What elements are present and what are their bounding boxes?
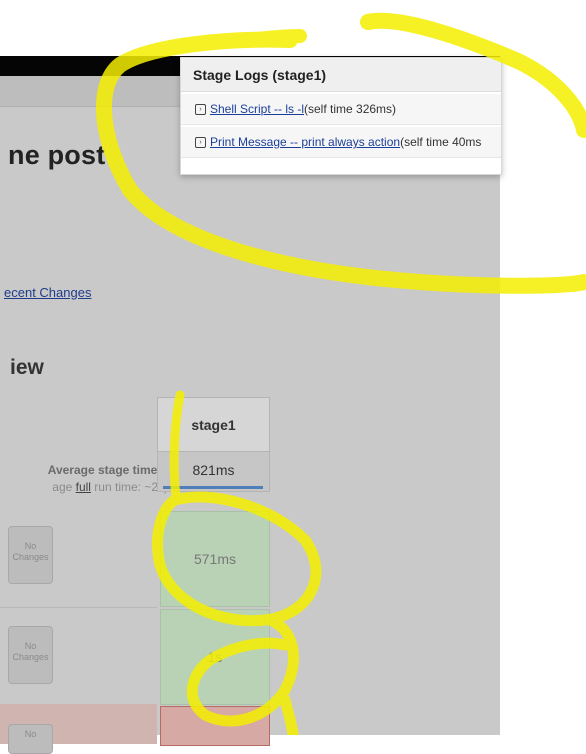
log-self-time: (self time 326ms) [304, 102, 397, 116]
stage-view-title: iew [10, 356, 44, 379]
avg-stage-time: 821ms [192, 462, 235, 478]
run-row: No Changes [0, 510, 157, 608]
stage-cell-success[interactable]: 571ms [160, 511, 270, 607]
stage-cell-success[interactable]: 1s [160, 609, 270, 705]
page-title: ne post [8, 140, 106, 170]
ellipse-annotation-cap [243, 29, 307, 47]
no-changes-badge: No Changes [8, 526, 53, 584]
run-row-failed: No [0, 704, 157, 754]
stage-duration: 571ms [193, 551, 237, 567]
log-self-time: (self time 40ms [400, 135, 482, 149]
no-changes-text: No Changes [12, 641, 49, 662]
log-entry[interactable]: › Print Message -- print always action (… [181, 127, 501, 158]
run-row: No Changes [0, 608, 157, 706]
popover-title: Stage Logs (stage1) [181, 58, 501, 92]
no-changes-badge: No [8, 724, 53, 754]
no-changes-text: No Changes [12, 541, 49, 562]
no-changes-text: No [24, 729, 37, 739]
stage-header-stage1[interactable]: stage1 [157, 397, 270, 452]
no-changes-badge: No Changes [8, 626, 53, 684]
log-entry[interactable]: › Shell Script -- ls -l (self time 326ms… [181, 94, 501, 125]
avg-stage-label: Average stage times: [47, 463, 168, 477]
shell-script-link[interactable]: Shell Script -- ls -l [210, 102, 304, 116]
average-times-label: Average stage times: age full run time: … [48, 462, 168, 496]
recent-changes-link[interactable]: ecent Changes [4, 285, 91, 300]
stage-logs-popover: Stage Logs (stage1) › Shell Script -- ls… [180, 57, 502, 175]
stage-duration: 1s [207, 649, 223, 665]
terminal-icon: › [195, 103, 206, 115]
avg-run-prefix: age [52, 480, 76, 494]
terminal-icon: › [195, 136, 206, 148]
stage-cell-failed[interactable] [160, 706, 270, 746]
print-message-link[interactable]: Print Message -- print always action [210, 135, 400, 149]
avg-time-progress-bar [163, 486, 263, 489]
full-run-link[interactable]: full [76, 480, 91, 494]
